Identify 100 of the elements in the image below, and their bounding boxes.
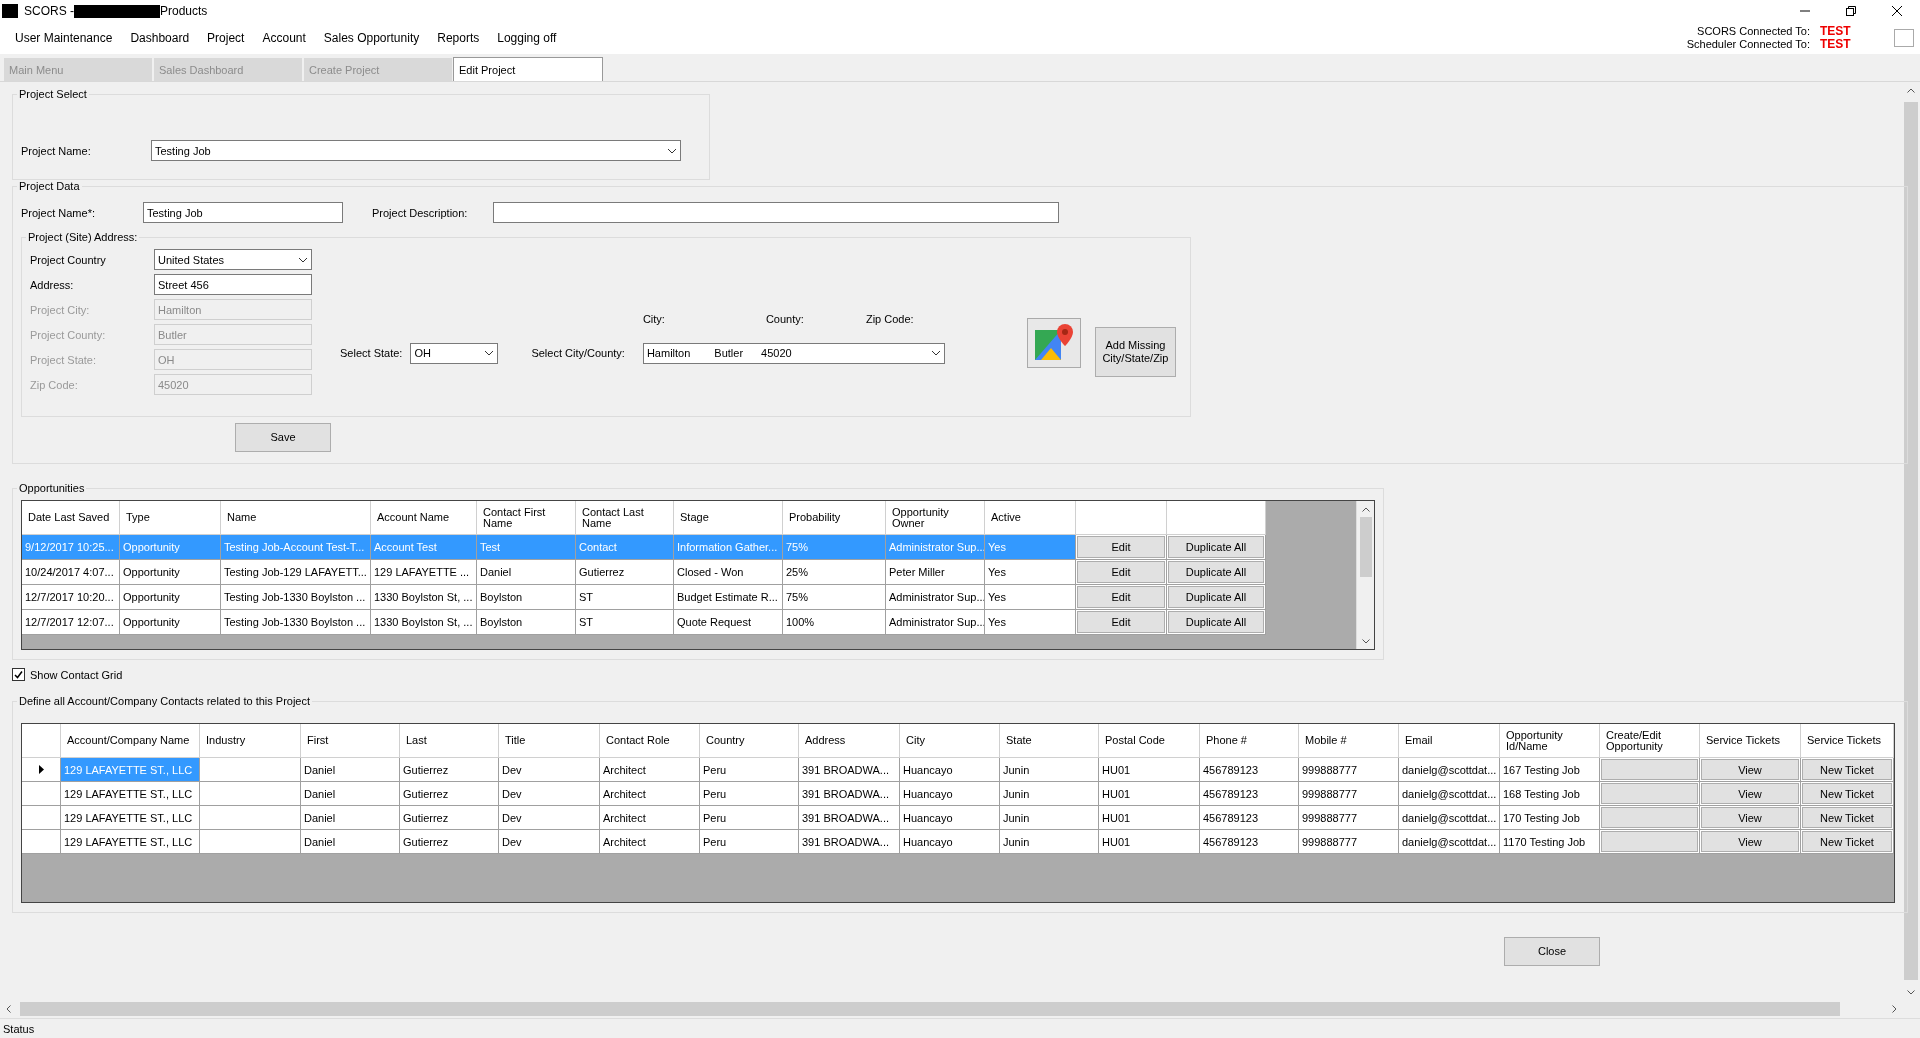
connection-label: Scheduler Connected To: (1686, 38, 1810, 51)
table-cell: Architect (600, 830, 700, 854)
table-cell: Daniel (301, 806, 400, 830)
close-icon (1892, 6, 1902, 16)
table-cell: danielg@scottdat... (1399, 782, 1500, 806)
caret-icon (930, 350, 941, 356)
project-description-field[interactable] (493, 202, 1059, 223)
column-header: Probability (783, 501, 886, 535)
table-cell: Boylston (477, 610, 576, 635)
edit-button[interactable]: Edit (1077, 561, 1165, 583)
table-cell: Junin (1000, 758, 1099, 782)
new-ticket-button[interactable]: New Ticket (1802, 831, 1892, 852)
table-cell: Daniel (301, 758, 400, 782)
table-cell: Huancayo (900, 758, 1000, 782)
scroll-down-icon[interactable] (1907, 989, 1915, 995)
column-label: City: (642, 312, 666, 325)
menu-item[interactable]: Project (198, 31, 254, 45)
text-field[interactable]: Street 456 (154, 274, 312, 295)
view-button[interactable]: View (1701, 831, 1799, 852)
column-header: Industry (200, 724, 301, 758)
table-cell: Yes (985, 560, 1076, 585)
scroll-left-icon[interactable] (5, 1005, 11, 1013)
table-cell: Peru (700, 806, 799, 830)
tab[interactable]: Edit Project (453, 57, 603, 81)
group-title: Define all Account/Company Contacts related to this Project (18, 695, 312, 707)
column-header: Service Tickets (1700, 724, 1801, 758)
table-cell: Opportunity (120, 560, 221, 585)
close-button[interactable]: Close (1504, 937, 1600, 966)
project-name-dropdown[interactable]: Testing Job (151, 140, 681, 161)
table-cell: 129 LAFAYETTE ST., LLC (61, 782, 200, 806)
edit-button[interactable]: Edit (1077, 611, 1165, 633)
opportunity-button[interactable] (1601, 831, 1698, 852)
table-cell: ST (576, 585, 674, 610)
column-header: Contact First Name (477, 501, 576, 535)
new-ticket-button[interactable]: New Ticket (1802, 759, 1892, 780)
project-name-field[interactable]: Testing Job (143, 202, 343, 223)
new-ticket-button[interactable]: New Ticket (1802, 783, 1892, 804)
table-cell: Administrator Sup... (886, 610, 985, 635)
table-cell: 25% (783, 560, 886, 585)
field-label: Select State: (340, 347, 403, 359)
table-cell: Testing Job-Account Test-T... (221, 535, 371, 560)
duplicate-all-button[interactable]: Duplicate All (1168, 536, 1264, 558)
opportunity-button[interactable] (1601, 783, 1698, 804)
table-cell: Junin (1000, 782, 1099, 806)
group-title: Project (Site) Address: (27, 231, 139, 243)
opportunity-button[interactable] (1601, 807, 1698, 828)
add-missing-button[interactable]: Add Missing City/State/Zip (1094, 327, 1176, 377)
country-dropdown[interactable]: United States (154, 249, 312, 270)
duplicate-all-button[interactable]: Duplicate All (1168, 611, 1264, 633)
view-button[interactable]: View (1701, 759, 1799, 780)
table-cell: Gutierrez (400, 830, 499, 854)
scroll-up-icon[interactable] (1361, 506, 1370, 512)
column-header: Type (120, 501, 221, 535)
table-cell: 129 LAFAYETTE ST., LLC (61, 758, 200, 782)
opportunity-button[interactable] (1601, 759, 1698, 780)
table-cell: 456789123 (1200, 806, 1299, 830)
view-button[interactable]: View (1701, 807, 1799, 828)
scroll-thumb[interactable] (20, 1002, 1840, 1016)
table-cell: Huancayo (900, 782, 1000, 806)
column-header: Account Name (371, 501, 477, 535)
table-cell: 75% (783, 535, 886, 560)
scroll-thumb[interactable] (1359, 517, 1372, 577)
table-cell: 391 BROADWA... (799, 782, 900, 806)
table-cell: 100% (783, 610, 886, 635)
save-button[interactable]: Save (235, 423, 331, 452)
view-button[interactable]: View (1701, 783, 1799, 804)
edit-button[interactable]: Edit (1077, 536, 1165, 558)
field-label: Project Name*: (21, 206, 96, 219)
table-cell: Dev (499, 758, 600, 782)
duplicate-all-button[interactable]: Duplicate All (1168, 586, 1264, 608)
edit-button[interactable]: Edit (1077, 586, 1165, 608)
new-ticket-button[interactable]: New Ticket (1802, 807, 1892, 828)
map-pin-icon[interactable] (1026, 318, 1081, 368)
duplicate-all-button[interactable]: Duplicate All (1168, 561, 1264, 583)
table-cell: Huancayo (900, 830, 1000, 854)
table-cell: Test (477, 535, 576, 560)
scroll-up-icon[interactable] (1907, 87, 1915, 93)
table-cell: Gutierrez (400, 758, 499, 782)
status-text: Status (3, 1022, 35, 1035)
menu-item[interactable]: User Maintenance (6, 31, 122, 45)
scroll-right-icon[interactable] (1891, 1005, 1897, 1013)
city-county-dropdown[interactable]: Hamilton Butler 45020 (642, 342, 945, 364)
column-header: Name (221, 501, 371, 535)
table-cell: Architect (600, 782, 700, 806)
state-dropdown[interactable]: OH (410, 342, 499, 364)
field-label: Address: (30, 278, 75, 291)
scroll-down-icon[interactable] (1361, 638, 1370, 644)
checkbox[interactable] (12, 668, 25, 681)
menu-item[interactable]: Dashboard (121, 31, 199, 45)
menu-item[interactable]: Reports (428, 31, 489, 45)
field-label: Project Description: (372, 206, 469, 219)
column-header: Create/Edit Opportunity (1600, 724, 1700, 758)
table-cell: 391 BROADWA... (799, 758, 900, 782)
field-label: Project County: (30, 328, 107, 341)
window-title: SCORS - (24, 4, 74, 18)
table-cell: 12/7/2017 12:07... (22, 610, 120, 635)
menu-item[interactable]: Logging off (488, 31, 566, 45)
menu-item[interactable]: Sales Opportunity (314, 31, 429, 45)
menu-item[interactable]: Account (253, 31, 315, 45)
scroll-thumb[interactable] (1904, 102, 1918, 980)
